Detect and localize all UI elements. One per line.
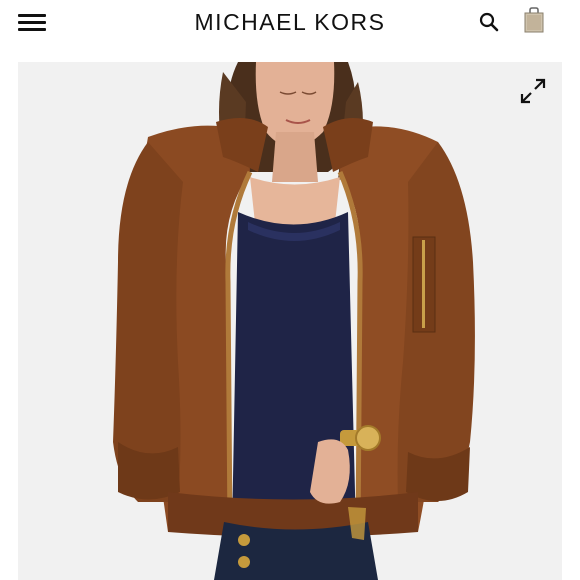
product-photo [18, 62, 562, 580]
shopping-bag-icon [524, 7, 544, 33]
product-image[interactable] [18, 62, 562, 580]
search-button[interactable] [478, 11, 500, 33]
search-icon [479, 12, 499, 32]
top-header: MICHAEL KORS [0, 0, 580, 50]
expand-icon [520, 78, 546, 104]
expand-button[interactable] [518, 76, 548, 106]
shopping-bag-button[interactable] [521, 6, 547, 34]
